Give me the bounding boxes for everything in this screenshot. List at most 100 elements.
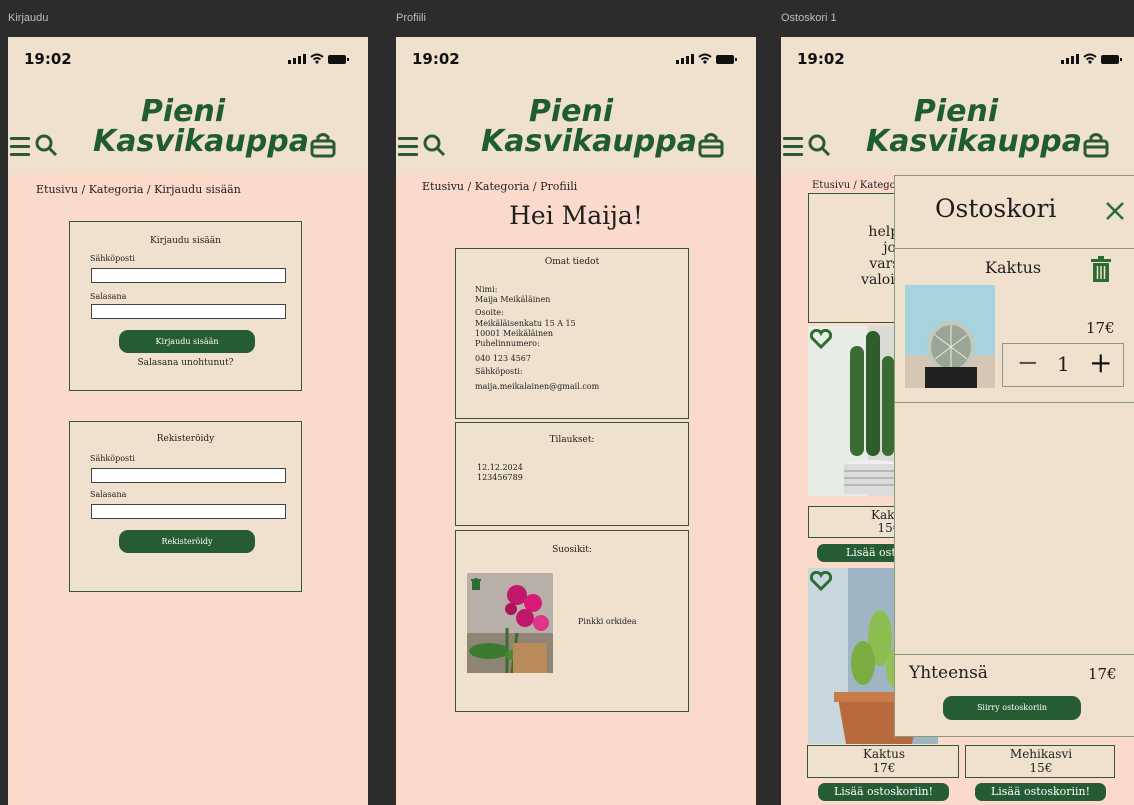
heart-icon[interactable] bbox=[810, 571, 832, 591]
favorite-item-name[interactable]: Pinkki orkidea bbox=[578, 617, 637, 627]
order-number[interactable]: 123456789 bbox=[477, 473, 523, 483]
email-label: Sähköposti: bbox=[475, 367, 523, 376]
frame-label-cart: Ostoskori 1 bbox=[781, 12, 837, 24]
register-box-title: Rekisteröidy bbox=[156, 434, 215, 444]
add-to-cart-button[interactable]: Lisää ostoskoriin! bbox=[975, 783, 1106, 801]
personal-info-title: Omat tiedot bbox=[544, 257, 600, 267]
product-card-2-label: Kaktus 17€ bbox=[807, 745, 959, 778]
cart-screen: 19:02 Pieni Kasvikauppa Etusivu / Katego … bbox=[781, 37, 1134, 805]
total-label: Yhteensä bbox=[909, 663, 988, 683]
product-price: 17€ bbox=[872, 761, 896, 775]
menu-icon[interactable] bbox=[10, 137, 30, 161]
checkout-button[interactable]: Siirry ostoskoriin bbox=[943, 696, 1081, 720]
signal-icon bbox=[288, 54, 306, 64]
breadcrumb[interactable]: Etusivu / Kategoria / Kirjaudu sisään bbox=[36, 183, 241, 196]
register-password-field[interactable] bbox=[91, 504, 286, 519]
frame-label-login: Kirjaudu bbox=[8, 12, 49, 24]
product-price: 15€ bbox=[1029, 761, 1053, 775]
shopping-bag-icon[interactable] bbox=[309, 131, 337, 159]
email-value: maija.meikalainen@gmail.com bbox=[475, 382, 600, 391]
add-to-cart-button[interactable]: Lisää ostoskoriin! bbox=[818, 783, 949, 801]
divider bbox=[895, 248, 1134, 249]
search-icon[interactable] bbox=[807, 133, 831, 157]
address-line1: Meikäläisenkatu 15 A 15 bbox=[475, 319, 576, 328]
password-label: Salasana bbox=[90, 292, 127, 301]
brand-logo[interactable]: Pieni Kasvikauppa bbox=[866, 97, 1082, 157]
product-name: Mehikasvi bbox=[1009, 747, 1073, 761]
menu-icon[interactable] bbox=[398, 137, 418, 161]
favorites-box: Suosikit: Pinkki orkidea bbox=[455, 530, 689, 712]
personal-info-box: Omat tiedot Nimi: Maija Meikäläinen Osoi… bbox=[455, 248, 689, 419]
status-icons bbox=[676, 53, 737, 64]
phone-label: Puhelinnumero: bbox=[475, 339, 540, 348]
close-icon[interactable] bbox=[1105, 201, 1125, 221]
wifi-icon bbox=[1083, 53, 1097, 64]
login-button[interactable]: Kirjaudu sisään bbox=[119, 330, 255, 353]
orders-box: Tilaukset: 12.12.2024 123456789 bbox=[455, 422, 689, 526]
register-button[interactable]: Rekisteröidy bbox=[119, 530, 255, 553]
shopping-bag-icon[interactable] bbox=[1082, 131, 1110, 159]
signal-icon bbox=[1061, 54, 1079, 64]
decrease-button[interactable]: − bbox=[1017, 348, 1039, 378]
wifi-icon bbox=[310, 53, 324, 64]
total-value: 17€ bbox=[1088, 665, 1117, 683]
brand-logo[interactable]: Pieni Kasvikauppa bbox=[481, 97, 697, 157]
status-icons bbox=[1061, 53, 1122, 64]
cart-drawer: Ostoskori Kaktus 17€ − 1 + Yhteensä 17€ … bbox=[894, 175, 1134, 737]
signal-icon bbox=[676, 54, 694, 64]
app-header: 19:02 Pieni Kasvikauppa bbox=[8, 37, 368, 174]
register-box: Rekisteröidy Sähköposti Salasana Rekiste… bbox=[69, 421, 302, 592]
order-date[interactable]: 12.12.2024 bbox=[477, 463, 523, 473]
increase-button[interactable]: + bbox=[1089, 346, 1112, 379]
cart-item-name: Kaktus bbox=[985, 258, 1042, 277]
app-header: 19:02 Pieni Kasvikauppa bbox=[781, 37, 1134, 174]
address-line2: 10001 Meikäläinen bbox=[475, 329, 554, 338]
password-field[interactable] bbox=[91, 304, 286, 319]
battery-icon bbox=[716, 55, 737, 64]
battery-icon bbox=[1101, 55, 1122, 64]
trash-icon[interactable] bbox=[1090, 256, 1112, 282]
status-time: 19:02 bbox=[24, 50, 72, 68]
favorites-title: Suosikit: bbox=[552, 545, 592, 555]
email-field[interactable] bbox=[91, 268, 286, 283]
brand-logo[interactable]: Pieni Kasvikauppa bbox=[93, 97, 309, 157]
cart-title: Ostoskori bbox=[935, 194, 1057, 223]
login-box-title: Kirjaudu sisään bbox=[150, 236, 221, 246]
register-email-label: Sähköposti bbox=[90, 454, 135, 463]
phone-value: 040 123 4567 bbox=[475, 354, 531, 363]
status-icons bbox=[288, 53, 349, 64]
search-icon[interactable] bbox=[34, 133, 58, 157]
forgot-password-link[interactable]: Salasana unohtunut? bbox=[70, 358, 301, 368]
profile-screen: 19:02 Pieni Kasvikauppa Etusivu / Kategor… bbox=[396, 37, 756, 805]
status-time: 19:02 bbox=[412, 50, 460, 68]
product-card-3-label: Mehikasvi 15€ bbox=[965, 745, 1115, 778]
wifi-icon bbox=[698, 53, 712, 64]
name-value: Maija Meikäläinen bbox=[475, 295, 551, 304]
menu-icon[interactable] bbox=[783, 137, 803, 161]
shopping-bag-icon[interactable] bbox=[697, 131, 725, 159]
app-header: 19:02 Pieni Kasvikauppa bbox=[396, 37, 756, 174]
search-icon[interactable] bbox=[422, 133, 446, 157]
register-email-field[interactable] bbox=[91, 468, 286, 483]
frame-label-profile: Profiili bbox=[396, 12, 426, 24]
battery-icon bbox=[328, 55, 349, 64]
status-time: 19:02 bbox=[797, 50, 845, 68]
heart-icon[interactable] bbox=[810, 329, 832, 349]
cart-item-price: 17€ bbox=[1086, 319, 1115, 337]
trash-icon[interactable] bbox=[471, 578, 481, 590]
product-name: Kaktus bbox=[862, 747, 906, 761]
login-box: Kirjaudu sisään Sähköposti Salasana Kirj… bbox=[69, 221, 302, 391]
address-label: Osoite: bbox=[475, 308, 504, 317]
quantity-stepper: − 1 + bbox=[1002, 343, 1124, 387]
name-label: Nimi: bbox=[475, 285, 498, 294]
divider bbox=[895, 654, 1134, 655]
greeting-heading: Hei Maija! bbox=[509, 201, 643, 230]
cart-item-image[interactable] bbox=[905, 285, 995, 388]
register-password-label: Salasana bbox=[90, 490, 127, 499]
divider bbox=[895, 402, 1134, 403]
quantity-value: 1 bbox=[1057, 352, 1070, 376]
email-label: Sähköposti bbox=[90, 254, 135, 263]
login-screen: 19:02 Pieni Kasvikauppa Etusivu / Kategor… bbox=[8, 37, 368, 805]
breadcrumb[interactable]: Etusivu / Kategoria / Profiili bbox=[422, 180, 577, 193]
breadcrumb[interactable]: Etusivu / Katego bbox=[812, 180, 896, 191]
